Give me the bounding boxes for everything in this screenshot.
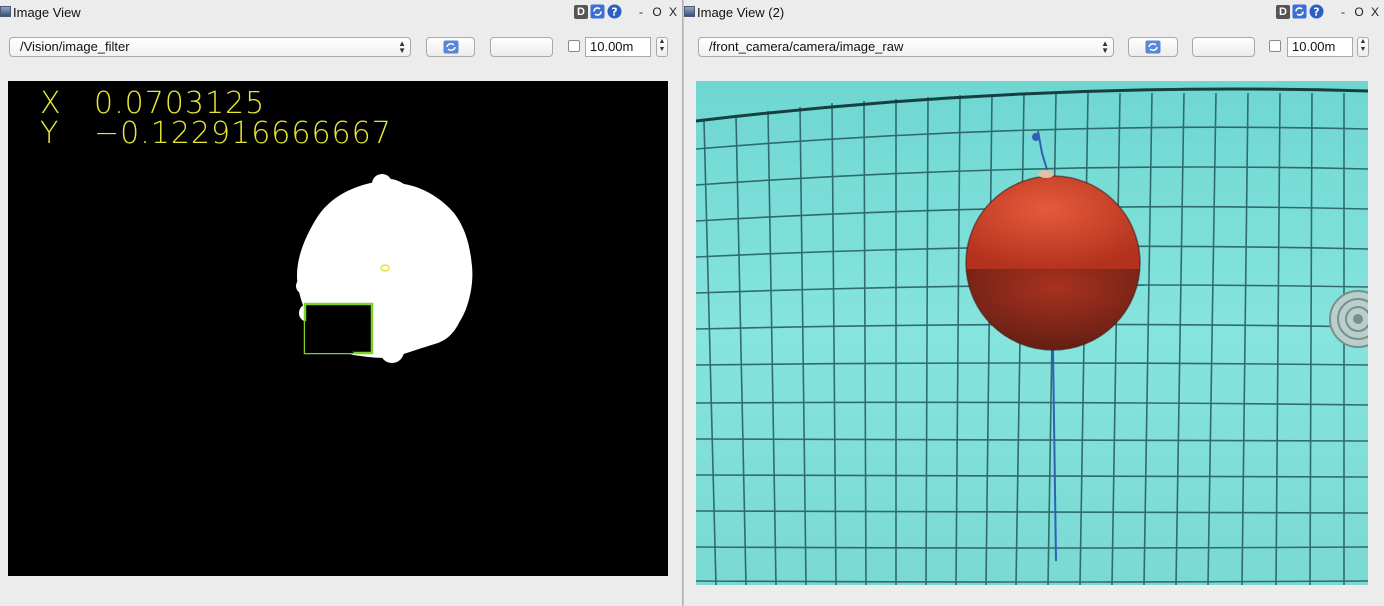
topic-select[interactable]: /Vision/image_filter ▲ ▼ bbox=[9, 37, 411, 57]
minimize-button[interactable]: - bbox=[1336, 5, 1350, 19]
refresh-topics-button[interactable] bbox=[426, 37, 475, 57]
save-image-button[interactable] bbox=[1192, 37, 1255, 57]
toolbar: /Vision/image_filter ▲ ▼ 10.00m ▲ ▼ bbox=[0, 37, 682, 59]
refresh-topics-button[interactable] bbox=[1128, 37, 1178, 57]
help-icon[interactable]: ? bbox=[1309, 4, 1324, 19]
timeout-spinbox[interactable]: 10.00m bbox=[585, 37, 651, 57]
reload-icon[interactable] bbox=[1292, 4, 1307, 19]
topic-select-value: /front_camera/camera/image_raw bbox=[709, 39, 904, 54]
combo-arrows-icon: ▲ ▼ bbox=[398, 39, 406, 55]
window-icon bbox=[684, 6, 695, 17]
camera-image bbox=[696, 81, 1368, 585]
panel-title: Image View bbox=[13, 5, 81, 20]
help-icon[interactable]: ? bbox=[607, 4, 622, 19]
smooth-checkbox[interactable] bbox=[1269, 40, 1281, 52]
dock-button[interactable]: D bbox=[1276, 4, 1290, 19]
smooth-checkbox[interactable] bbox=[568, 40, 580, 52]
x-value: 0.0703125 bbox=[94, 86, 266, 121]
close-button[interactable]: X bbox=[666, 5, 680, 19]
filtered-image bbox=[296, 174, 473, 363]
topic-select[interactable]: /front_camera/camera/image_raw ▲ ▼ bbox=[698, 37, 1114, 57]
topic-select-value: /Vision/image_filter bbox=[20, 39, 130, 54]
title-bar: Image View D ? - O X bbox=[0, 0, 682, 26]
camera-image-view[interactable] bbox=[696, 81, 1368, 585]
toolbar: /front_camera/camera/image_raw ▲ ▼ 10.00m… bbox=[684, 37, 1384, 59]
dock-button[interactable]: D bbox=[574, 4, 588, 19]
save-image-button[interactable] bbox=[490, 37, 553, 57]
minimize-button[interactable]: - bbox=[634, 5, 648, 19]
svg-text:?: ? bbox=[611, 6, 617, 19]
float-button[interactable]: O bbox=[650, 5, 664, 19]
x-label: X bbox=[40, 86, 62, 121]
refresh-icon bbox=[443, 40, 458, 54]
timeout-spinbox[interactable]: 10.00m bbox=[1287, 37, 1353, 57]
svg-text:?: ? bbox=[1313, 6, 1319, 19]
filtered-image-view[interactable]: X 0.0703125 Y −0.122916666667 bbox=[8, 81, 668, 576]
float-button[interactable]: O bbox=[1352, 5, 1366, 19]
image-view-panel-left: Image View D ? - O X /Vision/image_filte… bbox=[0, 0, 682, 606]
combo-arrows-icon: ▲ ▼ bbox=[1101, 39, 1109, 55]
image-view-panel-right: Image View (2) D ? - O X /front_camera/c… bbox=[684, 0, 1384, 606]
panel-title: Image View (2) bbox=[697, 5, 785, 20]
window-icon bbox=[0, 6, 11, 17]
spin-arrows-icon[interactable]: ▲ ▼ bbox=[1357, 37, 1369, 57]
spin-arrows-icon[interactable]: ▲ ▼ bbox=[656, 37, 668, 57]
refresh-icon bbox=[1145, 40, 1161, 54]
y-value: −0.122916666667 bbox=[94, 116, 392, 151]
title-bar: Image View (2) D ? - O X bbox=[684, 0, 1384, 26]
y-label: Y bbox=[40, 116, 60, 151]
reload-icon[interactable] bbox=[590, 4, 605, 19]
close-button[interactable]: X bbox=[1368, 5, 1382, 19]
